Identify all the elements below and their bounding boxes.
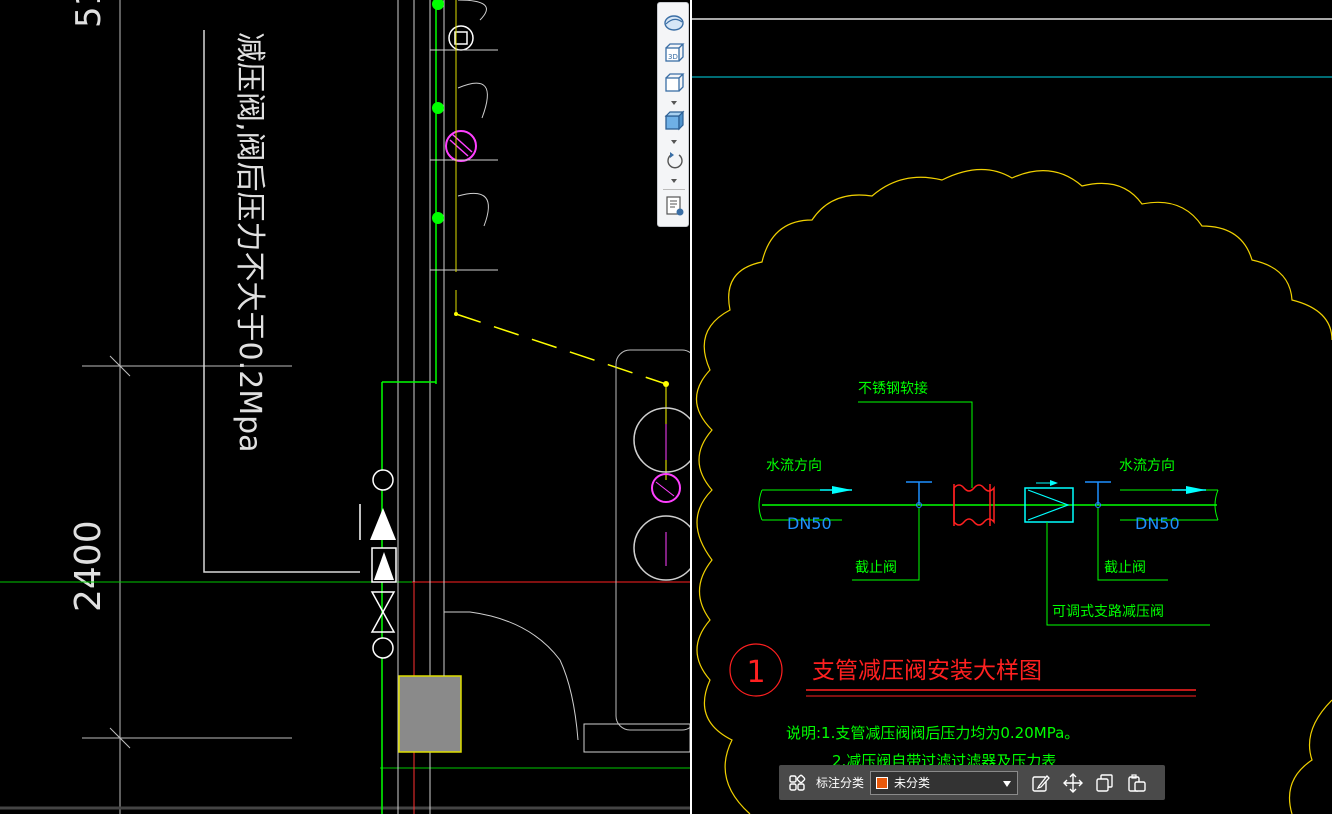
flow-direction-right-label: 水流方向: [1119, 458, 1175, 474]
layer-view-icon[interactable]: [662, 194, 686, 218]
note-line-1: 说明:1.支管减压阀阀后压力均为0.20MPa。: [786, 724, 1079, 742]
dn-left-label: DN50: [787, 514, 832, 533]
valve-note-vertical: 减压阀,阀后压力不大于0.2Mpa: [232, 32, 267, 453]
box-view-icon[interactable]: [662, 71, 686, 95]
dimension-top-text: 51: [69, 0, 109, 28]
detail-title: 支管减压阀安装大样图: [812, 658, 1042, 684]
orbit-icon[interactable]: [662, 149, 686, 173]
edit-icon[interactable]: [1028, 770, 1054, 796]
dn-right-label: DN50: [1135, 514, 1180, 533]
reducing-valve-label: 可调式支路减压阀: [1052, 604, 1164, 620]
stop-valve-right-label: 截止阀: [1104, 560, 1146, 576]
copy-icon[interactable]: [1092, 770, 1118, 796]
flow-direction-left-label: 水流方向: [766, 458, 822, 474]
chevron-down-icon[interactable]: [671, 179, 677, 183]
chevron-down-icon[interactable]: [671, 101, 677, 105]
stop-valve-left-label: 截止阀: [855, 560, 897, 576]
annotation-category-label: 标注分类: [816, 776, 865, 790]
flex-joint-label: 不锈钢软接: [858, 380, 928, 397]
cad-viewport-left[interactable]: 51 2400 减压阀,阀后压力不大于0.2Mpa: [0, 0, 690, 814]
move-icon[interactable]: [1060, 770, 1086, 796]
shaded-box-icon[interactable]: [662, 109, 686, 133]
annotation-category-select[interactable]: 未分类: [870, 770, 1019, 795]
detail-number: 1: [746, 655, 765, 690]
view-cube-icon[interactable]: [662, 11, 686, 35]
annotation-toolbar: 标注分类 未分类: [779, 765, 1165, 800]
annotation-category-value: 未分类: [894, 776, 931, 790]
view-toolbar: 3D: [657, 2, 689, 227]
chevron-down-icon: [1003, 780, 1012, 787]
dimension-2400-text: 2400: [68, 520, 109, 612]
category-color-swatch: [876, 776, 889, 789]
grid-apps-icon[interactable]: [784, 770, 810, 796]
svg-text:3D: 3D: [668, 53, 678, 61]
revision-cloud: [695, 168, 1332, 814]
paste-icon[interactable]: [1124, 770, 1150, 796]
3d-view-icon[interactable]: 3D: [662, 41, 686, 65]
cad-viewport-right[interactable]: 水流方向 水流方向 DN50 DN50 截止阀 不锈钢软接 可调式支路减压阀 截…: [692, 0, 1332, 814]
chevron-down-icon[interactable]: [671, 140, 677, 144]
